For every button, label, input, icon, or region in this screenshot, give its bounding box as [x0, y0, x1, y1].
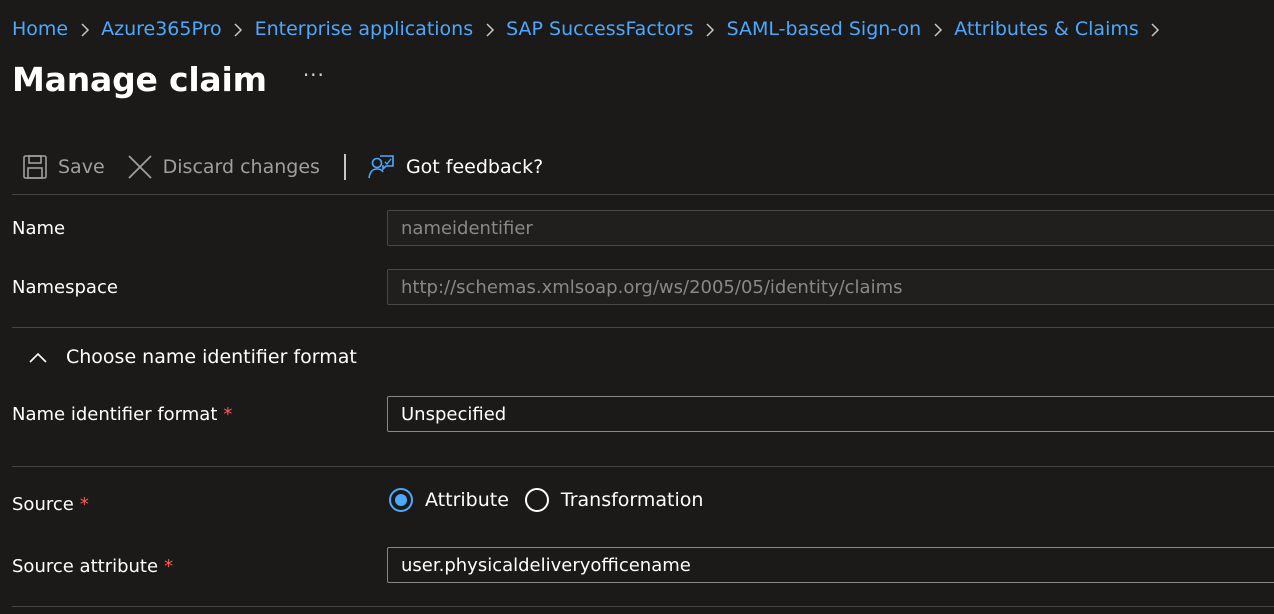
required-indicator: * [79, 493, 89, 515]
source-attribute-select[interactable]: user.physicaldeliveryofficename [387, 547, 1274, 583]
source-label: Source * [12, 489, 89, 519]
name-id-format-label: Name identifier format * [12, 399, 232, 429]
divider [12, 606, 1274, 607]
more-options-button[interactable]: ··· [303, 63, 325, 87]
close-icon [128, 155, 152, 179]
chevron-right-icon [1139, 18, 1172, 40]
required-indicator: * [164, 555, 174, 577]
breadcrumb-home[interactable]: Home [12, 18, 68, 40]
divider [12, 466, 1274, 467]
name-identifier-format-section-toggle[interactable]: Choose name identifier format [28, 342, 357, 372]
source-transformation-radio[interactable]: Transformation [524, 488, 704, 512]
breadcrumb-enterprise-apps[interactable]: Enterprise applications [255, 18, 473, 40]
namespace-label: Namespace [12, 276, 118, 298]
breadcrumb: Home Azure365Pro Enterprise applications… [12, 14, 1172, 44]
title-row: Manage claim ··· [12, 56, 325, 102]
name-id-format-select[interactable]: Unspecified [387, 396, 1274, 432]
radio-label-transformation: Transformation [560, 489, 704, 511]
breadcrumb-app[interactable]: SAP SuccessFactors [506, 18, 693, 40]
radio-checked-icon [389, 488, 413, 512]
chevron-right-icon [68, 18, 101, 40]
section-title: Choose name identifier format [66, 346, 357, 368]
chevron-right-icon [222, 18, 255, 40]
breadcrumb-tenant[interactable]: Azure365Pro [101, 18, 222, 40]
feedback-icon [368, 155, 394, 179]
divider [12, 327, 1274, 328]
name-label: Name [12, 217, 66, 239]
source-attribute-radio[interactable]: Attribute [389, 488, 509, 512]
radio-unchecked-icon [524, 488, 549, 512]
required-indicator: * [223, 403, 233, 425]
feedback-label: Got feedback? [405, 156, 544, 178]
name-field[interactable]: nameidentifier [387, 210, 1274, 246]
chevron-right-icon [921, 18, 954, 40]
feedback-button[interactable]: Got feedback? [368, 154, 543, 180]
chevron-right-icon [694, 18, 727, 40]
save-icon [23, 155, 47, 179]
discard-label: Discard changes [162, 156, 320, 178]
chevron-up-icon [29, 352, 47, 363]
save-label: Save [58, 156, 105, 178]
discard-changes-button[interactable]: Discard changes [127, 154, 320, 180]
breadcrumb-saml[interactable]: SAML-based Sign-on [727, 18, 922, 40]
source-attribute-label-text: Source attribute [12, 555, 159, 577]
chevron-right-icon [473, 18, 506, 40]
command-bar: Save Discard changes Got feedback? [12, 148, 543, 186]
source-label-text: Source [12, 493, 74, 515]
divider [12, 194, 1274, 195]
source-radio-group: Attribute Transformation [389, 485, 703, 515]
source-attribute-label: Source attribute * [12, 551, 173, 581]
toolbar-divider [343, 154, 346, 180]
radio-label-attribute: Attribute [425, 489, 509, 511]
save-button[interactable]: Save [22, 154, 105, 180]
name-id-format-label-text: Name identifier format [12, 403, 218, 425]
namespace-field[interactable]: http://schemas.xmlsoap.org/ws/2005/05/id… [387, 269, 1274, 305]
page-title: Manage claim [12, 59, 267, 99]
breadcrumb-attributes-claims[interactable]: Attributes & Claims [954, 18, 1139, 40]
